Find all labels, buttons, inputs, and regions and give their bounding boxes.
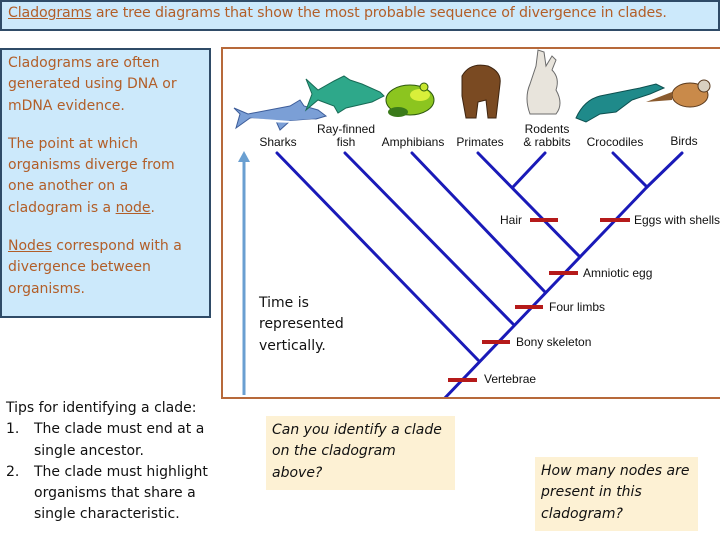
tip-number: 2.: [6, 463, 20, 480]
trait-label-hair: Hair: [500, 213, 522, 227]
trait-label-vertebrae: Vertebrae: [484, 372, 536, 386]
trait-label-eggs: Eggs with shells: [634, 213, 720, 227]
crocodile-icon: [575, 83, 666, 123]
question-identify-clade: Can you identify a clade on the cladogra…: [266, 416, 455, 490]
taxon-label-rodents-line2: & rabbits: [523, 135, 570, 149]
title-term: Cladograms: [8, 5, 92, 21]
taxon-label-birds: Birds: [670, 134, 697, 148]
tips-heading: Tips for identifying a clade:: [6, 400, 197, 416]
tips-list: 1. The clade must end at a single ancesto…: [6, 419, 231, 525]
taxon-label-crocodiles: Crocodiles: [587, 135, 644, 149]
tip-text: The clade must highlight organisms that …: [34, 463, 208, 523]
branch-birds: [645, 151, 684, 189]
trait-label-amniotic: Amniotic egg: [583, 266, 652, 280]
trait-label-bony: Bony skeleton: [516, 335, 591, 349]
branch-rayfinned: [343, 151, 515, 326]
tip-item: 1. The clade must end at a single ancesto…: [6, 419, 231, 462]
taxon-label-amphibians: Amphibians: [382, 135, 445, 149]
tip-item: 2. The clade must highlight organisms tha…: [6, 462, 231, 526]
node-term: node: [115, 199, 151, 216]
title-banner: Cladograms are tree diagrams that show t…: [0, 0, 720, 31]
info-para-node: The point at which organisms diverge fro…: [2, 134, 209, 219]
taxon-label-rayfinned-line2: fish: [337, 135, 356, 149]
tip-number: 1.: [6, 421, 20, 438]
info-para-nodes: Nodes correspond with a divergence betwe…: [2, 236, 209, 300]
taxon-label-rayfinned-line1: Ray-finned: [317, 122, 375, 136]
nodes-term: Nodes: [8, 238, 52, 255]
tip-text: The clade must end at a single ancestor.: [34, 421, 205, 459]
branch-rodents: [511, 151, 547, 189]
info-para-dna: Cladograms are often generated using DNA…: [8, 55, 177, 114]
time-note: Time is represented vertically.: [259, 295, 344, 354]
frog-icon: [385, 82, 435, 117]
clade-tips: Tips for identifying a clade: 1. The clad…: [6, 398, 231, 526]
rabbit-icon: [526, 49, 561, 115]
taxon-label-sharks: Sharks: [259, 135, 296, 149]
info-para-node-end: .: [150, 199, 155, 216]
time-arrow-head: [238, 151, 250, 162]
question-count-nodes: How many nodes are present in this clado…: [535, 457, 698, 531]
taxon-label-rodents-line1: Rodents: [525, 122, 570, 136]
taxon-label-primates: Primates: [456, 135, 503, 149]
title-rest: are tree diagrams that show the most pro…: [91, 5, 667, 21]
trait-label-limbs: Four limbs: [549, 300, 605, 314]
primate-icon: [461, 64, 501, 119]
info-box: Cladograms are often generated using DNA…: [0, 48, 211, 318]
fish-icon: [304, 75, 385, 114]
title-text: Cladograms are tree diagrams that show t…: [8, 5, 667, 21]
branch-crocodiles: [611, 151, 649, 189]
